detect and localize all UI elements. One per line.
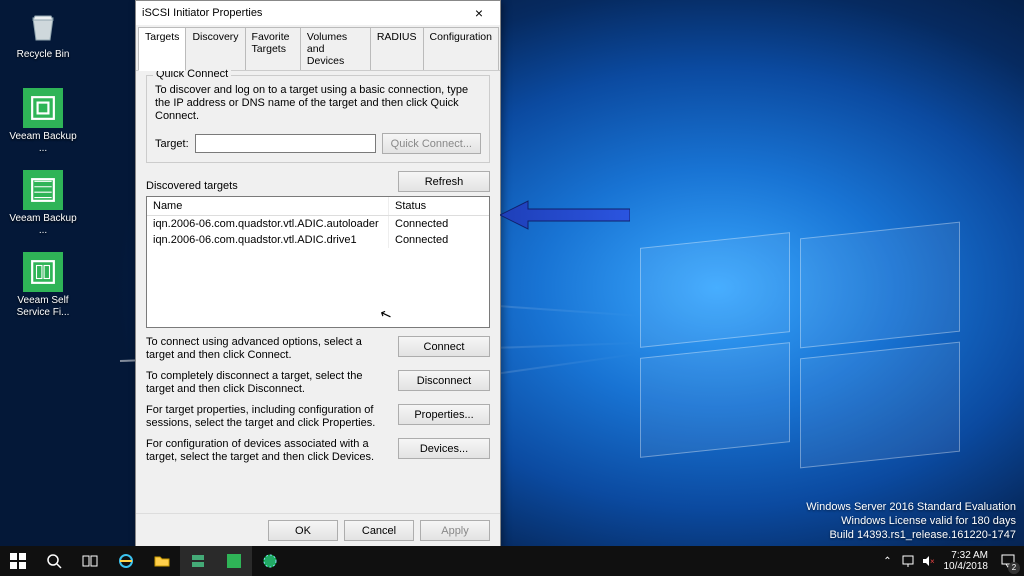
start-button[interactable] — [0, 546, 36, 576]
task-view-button[interactable] — [72, 546, 108, 576]
discovered-targets-label: Discovered targets — [146, 180, 238, 192]
connect-help: To connect using advanced options, selec… — [146, 336, 390, 362]
desktop-icon-veeam-backup[interactable]: Veeam Backup ... — [8, 88, 78, 155]
taskbar-globe[interactable] — [252, 546, 288, 576]
properties-button[interactable]: Properties... — [398, 404, 490, 425]
ie-icon — [118, 553, 134, 569]
desktop-icon-recycle-bin[interactable]: Recycle Bin — [8, 6, 78, 61]
list-header: Name Status — [147, 197, 489, 216]
properties-help: For target properties, including configu… — [146, 404, 390, 430]
veeam-icon — [23, 252, 63, 292]
annotation-arrow — [500, 195, 630, 238]
veeam-icon — [23, 170, 63, 210]
desktop-icon-veeam-backup-2[interactable]: Veeam Backup ... — [8, 170, 78, 237]
iscsi-dialog: iSCSI Initiator Properties × Targets Dis… — [135, 0, 501, 548]
list-row[interactable]: iqn.2006-06.com.quadstor.vtl.ADIC.autolo… — [147, 216, 489, 232]
tab-radius[interactable]: RADIUS — [370, 27, 424, 70]
desktop-icon-veeam-self-service[interactable]: Veeam Self Service Fi... — [8, 252, 78, 319]
tray-clock[interactable]: 7:32 AM 10/4/2018 — [938, 550, 995, 572]
close-icon[interactable]: × — [464, 5, 494, 21]
search-icon — [46, 553, 62, 569]
col-status-header[interactable]: Status — [389, 197, 489, 215]
globe-icon — [262, 553, 278, 569]
target-input[interactable] — [195, 134, 376, 153]
ok-button[interactable]: OK — [268, 520, 338, 541]
refresh-button[interactable]: Refresh — [398, 171, 490, 192]
desktop-icon-label: Veeam Backup ... — [8, 213, 78, 237]
dialog-titlebar[interactable]: iSCSI Initiator Properties × — [136, 1, 500, 25]
apply-button[interactable]: Apply — [420, 520, 490, 541]
windows-icon — [10, 553, 26, 569]
tray-notifications[interactable]: 2 — [994, 546, 1022, 576]
taskbar-explorer[interactable] — [144, 546, 180, 576]
windows-logo — [640, 240, 980, 480]
windows-watermark: Windows Server 2016 Standard Evaluation … — [806, 500, 1016, 542]
discovered-targets-list[interactable]: Name Status iqn.2006-06.com.quadstor.vtl… — [146, 196, 490, 328]
veeam-task-icon — [226, 553, 242, 569]
tab-body: Quick Connect To discover and log on to … — [136, 71, 500, 513]
connect-button[interactable]: Connect — [398, 336, 490, 357]
notification-badge: 2 — [1008, 562, 1020, 574]
target-label: Target: — [155, 138, 189, 150]
desktop: Recycle Bin Veeam Backup ... Veeam Backu… — [0, 0, 1024, 576]
folder-icon — [154, 553, 170, 569]
disconnect-help: To completely disconnect a target, selec… — [146, 370, 390, 396]
search-button[interactable] — [36, 546, 72, 576]
tab-targets[interactable]: Targets — [138, 27, 186, 71]
tray-network-icon[interactable] — [898, 554, 918, 568]
taskbar-server-manager[interactable] — [180, 546, 216, 576]
taskbar-ie[interactable] — [108, 546, 144, 576]
quick-connect-button[interactable]: Quick Connect... — [382, 133, 481, 154]
task-view-icon — [82, 553, 98, 569]
svg-text:×: × — [930, 557, 935, 566]
tray-chevron-icon[interactable]: ⌃ — [878, 556, 898, 567]
cancel-button[interactable]: Cancel — [344, 520, 414, 541]
tab-configuration[interactable]: Configuration — [423, 27, 499, 70]
veeam-icon — [23, 88, 63, 128]
taskbar: ⌃ × 7:32 AM 10/4/2018 2 — [0, 546, 1024, 576]
tab-favorite-targets[interactable]: Favorite Targets — [245, 27, 301, 70]
quick-connect-group: Quick Connect To discover and log on to … — [146, 75, 490, 163]
tab-discovery[interactable]: Discovery — [185, 27, 245, 70]
tab-row: Targets Discovery Favorite Targets Volum… — [136, 25, 500, 71]
dialog-title: iSCSI Initiator Properties — [142, 7, 262, 19]
desktop-icon-label: Veeam Backup ... — [8, 131, 78, 155]
recycle-bin-icon — [23, 6, 63, 46]
desktop-icon-label: Veeam Self Service Fi... — [8, 295, 78, 319]
taskbar-veeam[interactable] — [216, 546, 252, 576]
quick-connect-help: To discover and log on to a target using… — [155, 84, 481, 123]
dialog-button-row: OK Cancel Apply — [136, 513, 500, 547]
server-icon — [190, 553, 206, 569]
devices-help: For configuration of devices associated … — [146, 438, 390, 464]
disconnect-button[interactable]: Disconnect — [398, 370, 490, 391]
system-tray: ⌃ × 7:32 AM 10/4/2018 2 — [878, 546, 1024, 576]
tab-volumes-devices[interactable]: Volumes and Devices — [300, 27, 371, 70]
desktop-icon-label: Recycle Bin — [8, 49, 78, 61]
devices-button[interactable]: Devices... — [398, 438, 490, 459]
col-name-header[interactable]: Name — [147, 197, 389, 215]
tray-volume-icon[interactable]: × — [918, 554, 938, 568]
list-row[interactable]: iqn.2006-06.com.quadstor.vtl.ADIC.drive1… — [147, 232, 489, 248]
